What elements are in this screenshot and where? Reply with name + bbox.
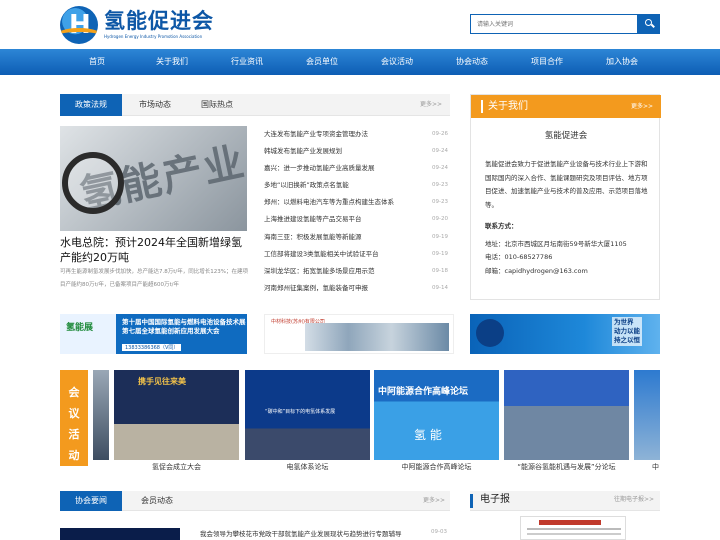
magnifier-icon xyxy=(62,152,124,214)
vehicles-image xyxy=(305,323,449,351)
feature-image[interactable]: 氢能产业 xyxy=(60,126,247,231)
list-item[interactable]: 河南郑州征集案例，氢能装备可申报 09-14 xyxy=(264,280,448,297)
feature-title[interactable]: 水电总院：预计2024年全国新增绿氢产能约20万吨 xyxy=(60,235,250,265)
epaper-more-link[interactable]: 往期电子报>> xyxy=(614,491,654,509)
nav-item-members[interactable]: 会员单位 xyxy=(287,49,357,75)
main-nav: 首页 关于我们 行业资讯 会员单位 会议活动 协会动态 项目合作 加入协会 xyxy=(0,49,720,75)
news-list: 大连发布氢能产业专项资金管理办法 09-26 韩城发布氢能产业发展规划 09-24 … xyxy=(264,126,448,297)
epaper-thumbnail[interactable] xyxy=(520,516,626,540)
association-news-item[interactable]: 我会领导为攀枝花市党政干部就氢能产业发展现状与趋势进行专题辅导 xyxy=(200,528,402,538)
logo-swoosh xyxy=(60,28,98,44)
about-title: 关于我们 xyxy=(488,101,528,112)
expo-logo: 氢能展 xyxy=(66,323,94,333)
nav-item-home[interactable]: 首页 xyxy=(62,49,132,75)
epaper-header: 电子报 往期电子报>> xyxy=(470,491,660,511)
association-news-tabbar: 协会要闻 会员动态 更多>> xyxy=(60,491,450,511)
site-title[interactable]: 氢能促进会 xyxy=(104,9,214,33)
contact-email[interactable]: 邮箱：capidhydrogen@163.com xyxy=(485,265,655,279)
list-item[interactable]: 海南三亚：积极发展氢能等新能源 09-19 xyxy=(264,229,448,246)
meeting-photo-5[interactable] xyxy=(634,370,660,460)
nav-item-about[interactable]: 关于我们 xyxy=(137,49,207,75)
search-input[interactable] xyxy=(470,14,638,34)
news-tabbar: 政策法规 市场动态 国际热点 更多>> xyxy=(60,94,450,116)
association-more-link[interactable]: 更多>> xyxy=(423,491,445,511)
meeting-caption-1[interactable]: 氢促会成立大会 xyxy=(114,462,239,472)
feature-desc: 可再生能源制氢发展步伐加快，总产能达7.8万t/年，同比增长123%；在建项目产… xyxy=(60,269,248,288)
meeting-photo-3[interactable]: 中阿能源合作高峰论坛 氢 能 xyxy=(374,370,499,460)
epaper-title: 电子报 xyxy=(480,494,510,505)
nav-item-events[interactable]: 会议活动 xyxy=(362,49,432,75)
about-panel: 关于我们 更多>> 氢能促进会 氢能促进会致力于促进氢能产业设备与技术行业上下游… xyxy=(470,94,661,300)
meeting-caption-5[interactable]: 中 xyxy=(652,462,662,472)
tab-international[interactable]: 国际热点 xyxy=(188,94,246,116)
meetings-label: 会 议 活 动 xyxy=(60,370,88,466)
tab-member-news[interactable]: 会员动态 xyxy=(126,491,188,511)
about-description: 氢能促进会致力于促进氢能产业设备与技术行业上下游和国际国内的深入合作、氢能课题研… xyxy=(485,160,648,209)
expo-phone: 13833386368（V同） xyxy=(122,344,182,351)
meeting-caption-4[interactable]: “能源谷氢能机遇与发展”分论坛 xyxy=(504,462,629,472)
nav-item-association-news[interactable]: 协会动态 xyxy=(437,49,507,75)
cummins-logo-icon xyxy=(476,319,504,347)
list-item[interactable]: 上海推进建设氢能等产品交易平台 09-20 xyxy=(264,211,448,228)
ad-banner-expo[interactable]: 氢能展 第十届中国国际氢能与燃料电池设备技术展 第七届全球氢能创新应用发展大会 … xyxy=(60,314,247,354)
site-subtitle: Hydrogen Energy Industry Promotion Assoc… xyxy=(104,34,203,39)
contact-label: 联系方式： xyxy=(485,222,518,230)
association-news-date: 09-03 xyxy=(431,529,447,535)
list-item[interactable]: 多地“以旧换新”政策点名氢能 09-23 xyxy=(264,177,448,194)
list-item[interactable]: 深圳龙华区：拓宽氢能多场景应用示范 09-18 xyxy=(264,263,448,280)
about-more-link[interactable]: 更多>> xyxy=(631,95,653,118)
meeting-photo-2[interactable]: “碳中和”目标下的电氢体系发展 xyxy=(245,370,370,460)
news-more-link[interactable]: 更多>> xyxy=(420,94,442,116)
ad-banner-sinoma[interactable]: 中材科技(苏州)有限公司 xyxy=(264,314,454,354)
meeting-photo-4[interactable] xyxy=(504,370,629,460)
tab-association-news[interactable]: 协会要闻 xyxy=(60,491,122,511)
list-item[interactable]: 嘉兴：进一步推动氢能产业高质量发展 09-24 xyxy=(264,160,448,177)
tab-policy[interactable]: 政策法规 xyxy=(60,94,122,116)
meeting-photo-edge[interactable] xyxy=(93,370,109,460)
search-button[interactable] xyxy=(638,14,660,34)
meeting-photo-1[interactable]: 携手见往来美 xyxy=(114,370,239,460)
nav-item-join[interactable]: 加入协会 xyxy=(587,49,657,75)
about-org-name: 氢能促进会 xyxy=(544,131,588,141)
meeting-caption-3[interactable]: 中阿能源合作高峰论坛 xyxy=(374,462,499,472)
nav-item-industry-news[interactable]: 行业资讯 xyxy=(212,49,282,75)
list-item[interactable]: 郑州：以燃料电池汽车等为重点构建生态体系 09-23 xyxy=(264,194,448,211)
contact-phone: 电话：010-68527786 xyxy=(485,253,553,261)
meeting-caption-2[interactable]: 电氢体系论坛 xyxy=(245,462,370,472)
list-item[interactable]: 大连发布氢能产业专项资金管理办法 09-26 xyxy=(264,126,448,143)
about-header: 关于我们 更多>> xyxy=(471,95,661,118)
tab-market[interactable]: 市场动态 xyxy=(126,94,184,116)
logo-icon[interactable]: H xyxy=(60,6,98,44)
contact-address: 地址：北京市西城区月坛南街59号新华大厦1105 xyxy=(485,239,627,248)
nav-item-projects[interactable]: 项目合作 xyxy=(512,49,582,75)
association-news-image[interactable] xyxy=(60,528,180,540)
about-contact: 联系方式： 地址：北京市西城区月坛南街59号新华大厦1105 电话：010-68… xyxy=(485,220,655,278)
list-item[interactable]: 工信部将建设3类氢能相关中试验证平台 09-19 xyxy=(264,246,448,263)
ad-banner-cummins[interactable]: 为世界 动力以能 持之以恒 xyxy=(470,314,660,354)
list-item[interactable]: 韩城发布氢能产业发展规划 09-24 xyxy=(264,143,448,160)
